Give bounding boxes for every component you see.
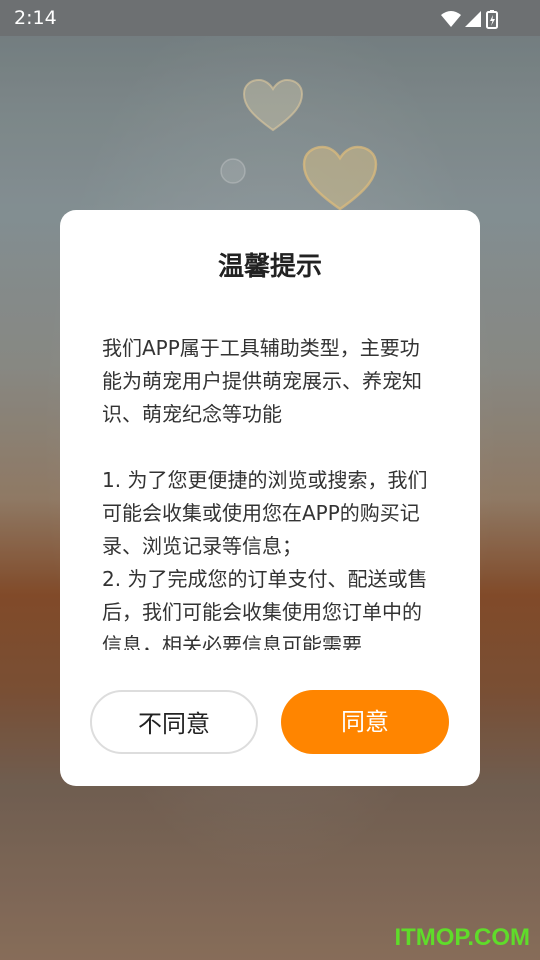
disagree-button[interactable]: 不同意 (90, 690, 258, 754)
wifi-icon (441, 11, 461, 27)
agree-button[interactable]: 同意 (281, 690, 449, 754)
app-screen: 2:14 温馨提示 我们APP属于工具辅助类型，主要功能为萌宠用户提供萌宠展示、… (0, 0, 540, 960)
privacy-dialog: 温馨提示 我们APP属于工具辅助类型，主要功能为萌宠用户提供萌宠展示、养宠知识、… (60, 210, 480, 786)
dialog-title: 温馨提示 (217, 252, 322, 282)
battery-icon (486, 10, 498, 29)
dialog-body-scroll[interactable]: 我们APP属于工具辅助类型，主要功能为萌宠用户提供萌宠展示、养宠知识、萌宠纪念等… (102, 332, 438, 650)
watermark-text: ITMOP.COM (394, 924, 530, 951)
cellular-signal-icon (465, 11, 481, 27)
dialog-intro-text: 我们APP属于工具辅助类型，主要功能为萌宠用户提供萌宠展示、养宠知识、萌宠纪念等… (102, 336, 422, 426)
dialog-item-1-text: 1. 为了您更便捷的浏览或搜索，我们可能会收集或使用您在APP的购买记录、浏览记… (102, 468, 428, 558)
status-icons (441, 10, 498, 29)
dialog-item-2-text: 2. 为了完成您的订单支付、配送或售后，我们可能会收集使用您订单中的信息，相关必… (102, 567, 428, 650)
status-time: 2:14 (14, 7, 57, 29)
status-bar: 2:14 (0, 0, 540, 36)
